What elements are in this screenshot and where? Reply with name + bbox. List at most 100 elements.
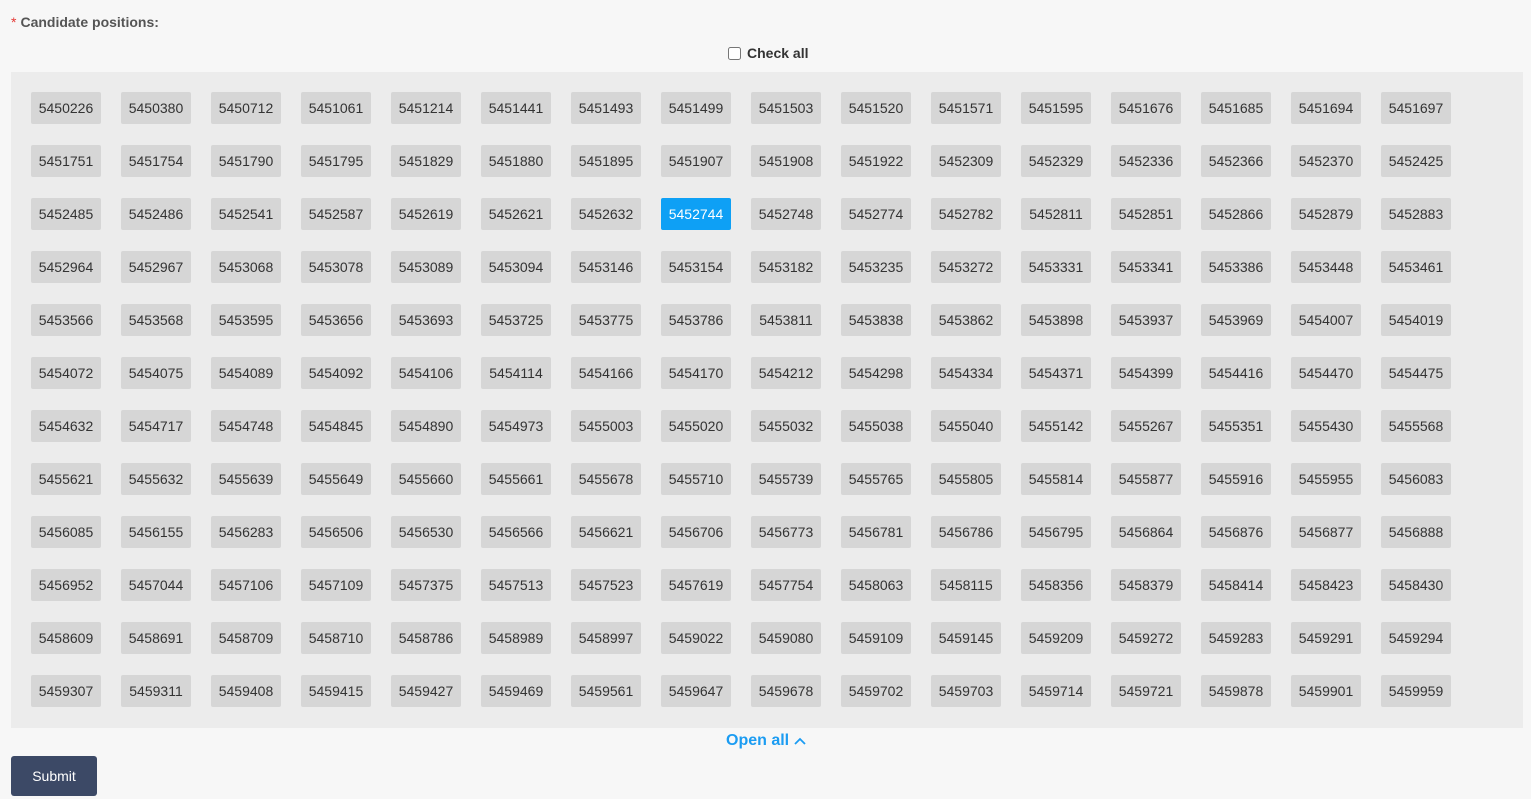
position-chip[interactable]: 5458786 bbox=[391, 622, 461, 654]
position-chip[interactable]: 5459109 bbox=[841, 622, 911, 654]
submit-button[interactable]: Submit bbox=[11, 756, 97, 796]
position-chip[interactable]: 5455430 bbox=[1291, 410, 1361, 442]
position-chip[interactable]: 5451685 bbox=[1201, 92, 1271, 124]
position-chip[interactable]: 5459703 bbox=[931, 675, 1001, 707]
position-chip[interactable]: 5450226 bbox=[31, 92, 101, 124]
position-chip[interactable]: 5456876 bbox=[1201, 516, 1271, 548]
position-chip[interactable]: 5456795 bbox=[1021, 516, 1091, 548]
position-chip[interactable]: 5458709 bbox=[211, 622, 281, 654]
position-chip[interactable]: 5453862 bbox=[931, 304, 1001, 336]
position-chip[interactable]: 5453146 bbox=[571, 251, 641, 283]
position-chip[interactable]: 5452782 bbox=[931, 198, 1001, 230]
position-chip[interactable]: 5459678 bbox=[751, 675, 821, 707]
position-chip[interactable]: 5451751 bbox=[31, 145, 101, 177]
position-chip[interactable]: 5453182 bbox=[751, 251, 821, 283]
position-chip[interactable]: 5459561 bbox=[571, 675, 641, 707]
position-chip[interactable]: 5453078 bbox=[301, 251, 371, 283]
position-chip[interactable]: 5453725 bbox=[481, 304, 551, 336]
position-chip[interactable]: 5456888 bbox=[1381, 516, 1451, 548]
position-chip[interactable]: 5454470 bbox=[1291, 357, 1361, 389]
position-chip[interactable]: 5454973 bbox=[481, 410, 551, 442]
position-chip[interactable]: 5452309 bbox=[931, 145, 1001, 177]
position-chip[interactable]: 5455661 bbox=[481, 463, 551, 495]
position-chip[interactable]: 5454475 bbox=[1381, 357, 1451, 389]
position-chip[interactable]: 5456083 bbox=[1381, 463, 1451, 495]
position-chip[interactable]: 5451697 bbox=[1381, 92, 1451, 124]
position-chip[interactable]: 5454416 bbox=[1201, 357, 1271, 389]
position-chip[interactable]: 5452587 bbox=[301, 198, 371, 230]
position-chip[interactable]: 5459415 bbox=[301, 675, 371, 707]
position-chip[interactable]: 5452336 bbox=[1111, 145, 1181, 177]
position-chip[interactable]: 5454399 bbox=[1111, 357, 1181, 389]
position-chip[interactable]: 5457109 bbox=[301, 569, 371, 601]
position-chip[interactable]: 5459427 bbox=[391, 675, 461, 707]
position-chip[interactable]: 5453272 bbox=[931, 251, 1001, 283]
position-chip[interactable]: 5459878 bbox=[1201, 675, 1271, 707]
position-chip[interactable]: 5453838 bbox=[841, 304, 911, 336]
position-chip[interactable]: 5456877 bbox=[1291, 516, 1361, 548]
position-chip[interactable]: 5451795 bbox=[301, 145, 371, 177]
position-chip[interactable]: 5451214 bbox=[391, 92, 461, 124]
position-chip[interactable]: 5454114 bbox=[481, 357, 551, 389]
position-chip[interactable]: 5459294 bbox=[1381, 622, 1451, 654]
position-chip[interactable]: 5453154 bbox=[661, 251, 731, 283]
position-chip[interactable]: 5455739 bbox=[751, 463, 821, 495]
position-chip[interactable]: 5450380 bbox=[121, 92, 191, 124]
position-chip[interactable]: 5451571 bbox=[931, 92, 1001, 124]
position-chip[interactable]: 5452486 bbox=[121, 198, 191, 230]
position-chip[interactable]: 5455351 bbox=[1201, 410, 1271, 442]
position-chip[interactable]: 5453595 bbox=[211, 304, 281, 336]
position-chip[interactable]: 5457044 bbox=[121, 569, 191, 601]
position-chip[interactable]: 5452425 bbox=[1381, 145, 1451, 177]
position-chip[interactable]: 5451441 bbox=[481, 92, 551, 124]
position-chip[interactable]: 5456155 bbox=[121, 516, 191, 548]
position-chip[interactable]: 5457513 bbox=[481, 569, 551, 601]
position-chip[interactable]: 5459145 bbox=[931, 622, 1001, 654]
position-chip[interactable]: 5458430 bbox=[1381, 569, 1451, 601]
position-chip[interactable]: 5452851 bbox=[1111, 198, 1181, 230]
position-chip[interactable]: 5451908 bbox=[751, 145, 821, 177]
position-chip[interactable]: 5453068 bbox=[211, 251, 281, 283]
position-chip[interactable]: 5455955 bbox=[1291, 463, 1361, 495]
position-chip[interactable]: 5454334 bbox=[931, 357, 1001, 389]
position-chip[interactable]: 5454007 bbox=[1291, 304, 1361, 336]
position-chip[interactable]: 5455632 bbox=[121, 463, 191, 495]
position-chip[interactable]: 5453775 bbox=[571, 304, 641, 336]
position-chip[interactable]: 5453786 bbox=[661, 304, 731, 336]
position-chip[interactable]: 5452744 bbox=[661, 198, 731, 230]
position-chip[interactable]: 5456786 bbox=[931, 516, 1001, 548]
position-chip[interactable]: 5459901 bbox=[1291, 675, 1361, 707]
position-chip[interactable]: 5452619 bbox=[391, 198, 461, 230]
position-chip[interactable]: 5455710 bbox=[661, 463, 731, 495]
position-chip[interactable]: 5454298 bbox=[841, 357, 911, 389]
position-chip[interactable]: 5452748 bbox=[751, 198, 821, 230]
position-chip[interactable]: 5454890 bbox=[391, 410, 461, 442]
position-chip[interactable]: 5458414 bbox=[1201, 569, 1271, 601]
position-chip[interactable]: 5459311 bbox=[121, 675, 191, 707]
position-chip[interactable]: 5451676 bbox=[1111, 92, 1181, 124]
position-chip[interactable]: 5459291 bbox=[1291, 622, 1361, 654]
position-chip[interactable]: 5458691 bbox=[121, 622, 191, 654]
position-chip[interactable]: 5451595 bbox=[1021, 92, 1091, 124]
position-chip[interactable]: 5455032 bbox=[751, 410, 821, 442]
position-chip[interactable]: 5452632 bbox=[571, 198, 641, 230]
position-chip[interactable]: 5458710 bbox=[301, 622, 371, 654]
position-chip[interactable]: 5455765 bbox=[841, 463, 911, 495]
position-chip[interactable]: 5452967 bbox=[121, 251, 191, 283]
position-chip[interactable]: 5453341 bbox=[1111, 251, 1181, 283]
position-chip[interactable]: 5455040 bbox=[931, 410, 1001, 442]
position-chip[interactable]: 5453937 bbox=[1111, 304, 1181, 336]
position-chip[interactable]: 5454166 bbox=[571, 357, 641, 389]
position-chip[interactable]: 5454845 bbox=[301, 410, 371, 442]
position-chip[interactable]: 5458423 bbox=[1291, 569, 1361, 601]
position-chip[interactable]: 5454717 bbox=[121, 410, 191, 442]
position-chip[interactable]: 5454212 bbox=[751, 357, 821, 389]
position-chip[interactable]: 5456773 bbox=[751, 516, 821, 548]
position-chip[interactable]: 5453089 bbox=[391, 251, 461, 283]
position-chip[interactable]: 5456530 bbox=[391, 516, 461, 548]
position-chip[interactable]: 5453448 bbox=[1291, 251, 1361, 283]
check-all-checkbox[interactable] bbox=[728, 46, 741, 60]
open-all-toggle[interactable]: Open all bbox=[726, 732, 806, 750]
position-chip[interactable]: 5451829 bbox=[391, 145, 461, 177]
position-chip[interactable]: 5456085 bbox=[31, 516, 101, 548]
